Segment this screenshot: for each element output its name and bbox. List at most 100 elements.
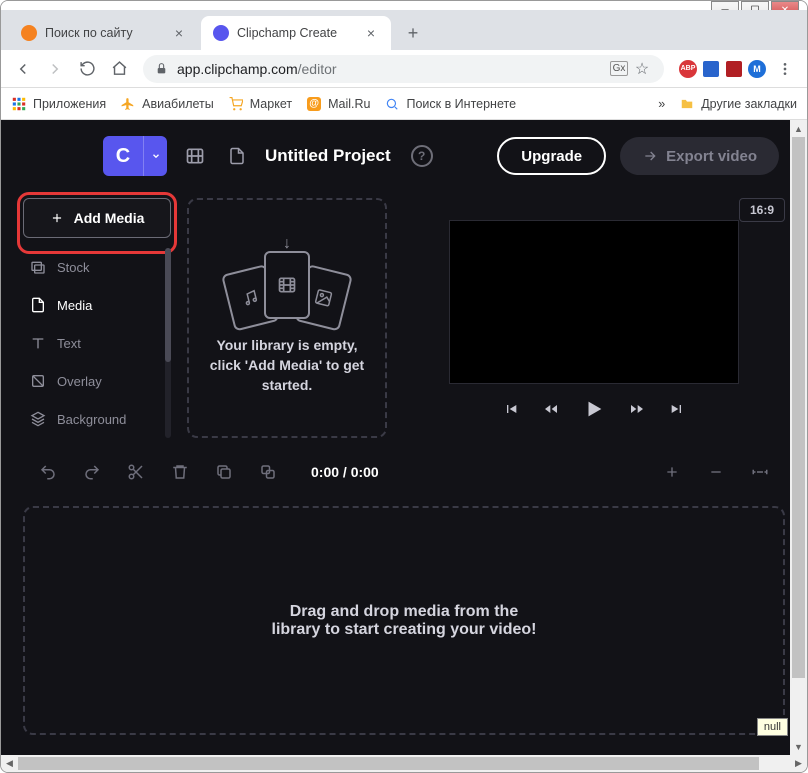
add-media-label: Add Media <box>74 210 145 226</box>
scroll-down-icon[interactable]: ▼ <box>790 738 807 755</box>
stock-icon <box>29 258 47 276</box>
star-icon[interactable]: ☆ <box>632 59 652 79</box>
aspect-ratio-button[interactable]: 16:9 <box>739 198 785 222</box>
bookmark-other[interactable]: Другие закладки <box>679 96 797 112</box>
fit-timeline-button[interactable] <box>743 455 777 489</box>
skip-end-button[interactable] <box>669 401 685 417</box>
help-button[interactable]: ? <box>411 145 433 167</box>
tab-close-button[interactable]: × <box>363 25 379 41</box>
extension-m-icon[interactable]: М <box>747 59 767 79</box>
timeline-dropzone[interactable]: Drag and drop media from the library to … <box>23 506 785 735</box>
tab-title: Поиск по сайту <box>45 26 163 40</box>
home-button[interactable] <box>105 55 133 83</box>
browser-menu-button[interactable] <box>771 55 799 83</box>
address-bar[interactable]: app.clipchamp.com/editor Gx ☆ <box>143 55 664 83</box>
sidebar: Add Media Stock Media <box>23 198 171 438</box>
back-button[interactable] <box>9 55 37 83</box>
empty-library-illustration: ↓ <box>217 241 357 321</box>
bookmark-label: Другие закладки <box>701 97 797 111</box>
sidebar-item-background[interactable]: Background <box>23 400 161 438</box>
browser-toolbar: app.clipchamp.com/editor Gx ☆ ABP М <box>1 50 807 88</box>
scroll-left-icon[interactable]: ◀ <box>1 755 18 772</box>
extension-webstore-icon[interactable] <box>701 59 721 79</box>
sidebar-item-label: Media <box>57 298 92 313</box>
delete-button[interactable] <box>163 455 197 489</box>
undo-button[interactable] <box>31 455 65 489</box>
tooltip-null: null <box>757 718 788 736</box>
copy-button[interactable] <box>251 455 285 489</box>
bookmarks-bar: Приложения Авиабилеты Маркет @ Mail.Ru П… <box>1 88 807 120</box>
forward-button[interactable] <box>41 55 69 83</box>
timeline-hint-text: library to start creating your video! <box>272 621 537 639</box>
library-empty-text: Your library is empty, <box>210 335 364 355</box>
media-library-dropzone[interactable]: ↓ Your library is empty, click 'Add Medi… <box>187 198 387 438</box>
overlay-icon <box>29 372 47 390</box>
favicon-icon <box>213 25 229 41</box>
tab-title: Clipchamp Create <box>237 26 355 40</box>
sidebar-item-label: Stock <box>57 260 90 275</box>
scroll-right-icon[interactable]: ▶ <box>790 755 807 772</box>
url-text: app.clipchamp.com/editor <box>177 61 597 77</box>
video-card-icon <box>264 251 310 319</box>
mailru-icon: @ <box>306 96 322 112</box>
text-icon <box>29 334 47 352</box>
bookmark-label: Поиск в Интернете <box>406 97 516 111</box>
bookmark-market[interactable]: Маркет <box>228 96 292 112</box>
sidebar-item-text[interactable]: Text <box>23 324 161 362</box>
bookmark-overflow[interactable]: » <box>658 97 665 111</box>
folder-icon <box>679 96 695 112</box>
clipchamp-logo-icon: C <box>103 136 143 176</box>
zoom-out-button[interactable] <box>699 455 733 489</box>
translate-icon[interactable]: Gx <box>609 59 629 79</box>
project-title[interactable]: Untitled Project <box>265 146 391 166</box>
scroll-up-icon[interactable]: ▲ <box>790 120 807 137</box>
duplicate-button[interactable] <box>207 455 241 489</box>
browser-tab-1[interactable]: Поиск по сайту × <box>9 16 199 50</box>
bookmark-label: Mail.Ru <box>328 97 370 111</box>
export-video-button[interactable]: Export video <box>620 137 779 175</box>
video-preview[interactable] <box>449 220 739 384</box>
extension-abp[interactable]: ABP <box>678 59 698 79</box>
extension-adobe-icon[interactable] <box>724 59 744 79</box>
add-media-button[interactable]: Add Media <box>23 198 171 238</box>
browser-tabstrip: Поиск по сайту × Clipchamp Create × + <box>1 10 807 50</box>
tab-close-button[interactable]: × <box>171 25 187 41</box>
vertical-scrollbar[interactable]: ▲ ▼ <box>790 120 807 755</box>
rewind-button[interactable] <box>543 401 559 417</box>
sidebar-scrollbar[interactable] <box>165 248 171 438</box>
browser-tab-2[interactable]: Clipchamp Create × <box>201 16 391 50</box>
preview-panel: 16:9 <box>403 198 785 438</box>
sidebar-item-label: Overlay <box>57 374 102 389</box>
plane-icon <box>120 96 136 112</box>
bookmark-search[interactable]: Поиск в Интернете <box>384 96 516 112</box>
reload-button[interactable] <box>73 55 101 83</box>
new-tab-button[interactable]: + <box>399 19 427 47</box>
redo-button[interactable] <box>75 455 109 489</box>
bookmark-mailru[interactable]: @ Mail.Ru <box>306 96 370 112</box>
video-library-button[interactable] <box>181 142 209 170</box>
file-button[interactable] <box>223 142 251 170</box>
arrow-right-icon <box>642 148 658 164</box>
sidebar-item-overlay[interactable]: Overlay <box>23 362 161 400</box>
split-button[interactable] <box>119 455 153 489</box>
lock-icon <box>155 62 169 76</box>
sidebar-item-stock[interactable]: Stock <box>23 248 161 286</box>
clipchamp-editor: C Untitled Project ? Upgrade Export vide… <box>1 120 807 755</box>
sidebar-item-media[interactable]: Media <box>23 286 161 324</box>
bookmark-flights[interactable]: Авиабилеты <box>120 96 214 112</box>
bookmark-label: Приложения <box>33 97 106 111</box>
chevron-down-icon <box>143 136 167 176</box>
fast-forward-button[interactable] <box>629 401 645 417</box>
bookmark-apps[interactable]: Приложения <box>11 96 106 112</box>
upgrade-button[interactable]: Upgrade <box>497 137 606 175</box>
brand-menu[interactable]: C <box>103 136 167 176</box>
search-globe-icon <box>384 96 400 112</box>
play-button[interactable] <box>583 398 605 420</box>
timeline-hint-text: Drag and drop media from the <box>272 603 537 621</box>
bookmark-label: Маркет <box>250 97 292 111</box>
skip-start-button[interactable] <box>503 401 519 417</box>
timeline-toolbar: 0:00 / 0:00 <box>23 448 785 496</box>
zoom-in-button[interactable] <box>655 455 689 489</box>
horizontal-scrollbar[interactable]: ◀ ▶ <box>1 755 807 772</box>
library-empty-text: started. <box>210 375 364 395</box>
